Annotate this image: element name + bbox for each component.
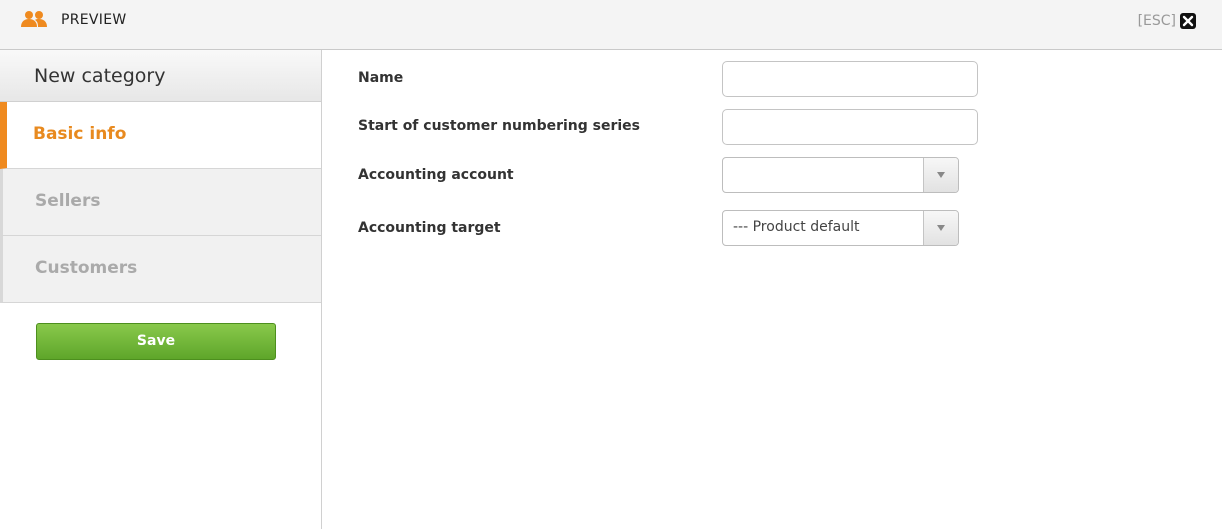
window-title: PREVIEW	[61, 12, 127, 28]
sidebar-item-customers[interactable]: Customers	[0, 236, 321, 303]
users-icon	[21, 11, 47, 27]
accounting-account-select[interactable]	[722, 157, 959, 193]
accounting-account-label: Accounting account	[358, 167, 514, 183]
accounting-target-label: Accounting target	[358, 220, 501, 236]
sidebar-heading: New category	[0, 50, 321, 102]
numbering-series-input[interactable]	[722, 109, 978, 145]
esc-hint[interactable]: [ESC]	[1138, 13, 1176, 29]
top-bar: PREVIEW [ESC]	[0, 0, 1222, 50]
name-input[interactable]	[722, 61, 978, 97]
chevron-down-icon[interactable]	[923, 158, 958, 192]
save-button[interactable]: Save	[36, 323, 276, 360]
accounting-target-value: --- Product default	[733, 219, 860, 235]
name-label: Name	[358, 70, 404, 86]
accounting-target-select[interactable]: --- Product default	[722, 210, 959, 246]
sidebar-item-sellers[interactable]: Sellers	[0, 169, 321, 236]
sidebar: New category Basic info Sellers Customer…	[0, 50, 322, 529]
numbering-series-label: Start of customer numbering series	[358, 118, 641, 134]
sidebar-item-basic-info[interactable]: Basic info	[0, 102, 321, 169]
close-x-glyph	[1182, 15, 1194, 27]
chevron-down-icon[interactable]	[923, 211, 958, 245]
close-icon[interactable]	[1180, 13, 1196, 29]
